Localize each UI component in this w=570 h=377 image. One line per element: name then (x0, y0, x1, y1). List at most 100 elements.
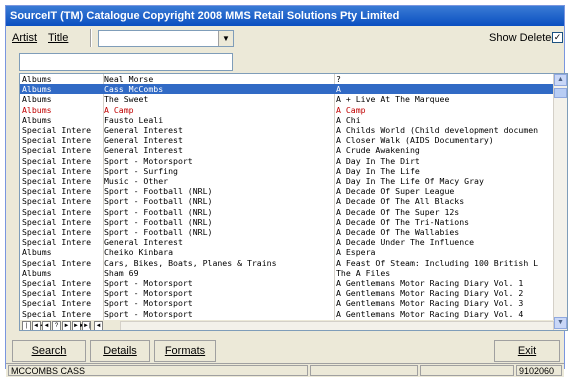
category-cell: Special Intere (22, 165, 92, 176)
artist-cell: Sport - Football (NRL) (104, 206, 213, 217)
formats-button[interactable]: Formats (154, 340, 216, 362)
title-cell: A Closer Walk (AIDS Documentary) (336, 135, 494, 146)
artist-cell: Cars, Bikes, Boats, Planes & Trains (104, 257, 277, 268)
details-button-label: Details (103, 345, 137, 357)
search-button[interactable]: Search (12, 340, 86, 362)
exit-button[interactable]: Exit (494, 340, 560, 362)
artist-cell: Sham 69 (104, 267, 139, 278)
scroll-thumb[interactable] (554, 88, 567, 98)
scroll-down-icon[interactable]: ▼ (554, 317, 567, 329)
table-row[interactable]: Albums The Sweet A + Live At The Marquee (20, 94, 554, 104)
table-row[interactable]: Special Intere Music - Other A Day In The … (20, 176, 554, 186)
scroll-left-icon[interactable]: ◄ (94, 321, 103, 330)
title-cell: A Day In The Life (336, 165, 420, 176)
record-navigator: |◄ ◄◄ ◄ ? ► ►► ►| ◄ (20, 320, 554, 330)
artist-cell: General Interest (104, 145, 183, 156)
table-row[interactable]: Special Intere Sport - Football (NRL) A De… (20, 196, 554, 206)
artist-cell: Cheiko Kinbara (104, 247, 174, 258)
table-row[interactable]: Special Intere General Interest A Closer W… (20, 135, 554, 145)
horizontal-scrollbar[interactable] (120, 321, 554, 330)
table-row[interactable]: Special Intere Sport - Motorsport A Day In… (20, 156, 554, 166)
title-cell: The A Files (336, 267, 391, 278)
table-row[interactable]: Special Intere Sport - Football (NRL) A De… (20, 217, 554, 227)
title-cell: A Feast Of Steam: Including 100 British … (336, 257, 539, 268)
table-row[interactable]: Albums Cass McCombs A (20, 84, 554, 95)
show-deleted-label: Show Deleted (489, 32, 558, 44)
artist-cell: The Sweet (104, 94, 149, 105)
table-row[interactable]: Special Intere Sport - Motorsport A Gentle… (20, 278, 554, 288)
window-title: SourceIT (TM) Catalogue Copyright 2008 M… (6, 6, 564, 26)
title-tab-label: Title (48, 32, 69, 44)
category-cell: Special Intere (22, 308, 92, 319)
category-cell: Special Intere (22, 176, 92, 186)
filter-combo[interactable]: ▼ (98, 30, 234, 47)
table-row[interactable]: Special Intere Cars, Bikes, Boats, Planes… (20, 258, 554, 268)
title-cell: A Gentlemans Motor Racing Diary Vol. 2 (336, 288, 524, 299)
next-page-icon[interactable]: ►► (72, 321, 85, 330)
catalogue-grid: Albums Neal Morse? Albums Cass McCombs A Albu… (19, 73, 568, 331)
table-row[interactable]: Special Intere General Interest A Crude Aw… (20, 145, 554, 155)
category-cell: Special Intere (22, 227, 92, 237)
table-row[interactable]: Special Intere Sport - Motorsport A Gentle… (20, 288, 554, 298)
vertical-scrollbar[interactable]: ▲ ▼ (553, 74, 567, 330)
artist-cell: Sport - Motorsport (104, 155, 193, 166)
artist-cell: General Interest (104, 135, 183, 146)
button-bar: Search Details Formats Exit (6, 340, 564, 362)
table-row[interactable]: Albums Neal Morse? (20, 74, 554, 84)
title-tab[interactable]: Title (48, 32, 68, 44)
category-cell: Albums (22, 267, 52, 278)
title-cell: A Camp (336, 104, 366, 115)
title-cell: A Gentlemans Motor Racing Diary Vol. 4 (336, 308, 524, 319)
category-cell: Special Intere (22, 216, 92, 227)
title-cell: A Gentlemans Motor Racing Diary Vol. 3 (336, 298, 524, 309)
search-input[interactable] (19, 53, 233, 71)
details-button[interactable]: Details (90, 340, 150, 362)
category-cell: Special Intere (22, 206, 92, 217)
title-cell: A Childs World (Child development docume… (336, 125, 539, 135)
artist-cell: Fausto Leali (104, 114, 164, 125)
category-cell: Albums (22, 74, 52, 84)
category-cell: Albums (22, 114, 52, 125)
status-record-id: 9102060 (516, 365, 562, 376)
table-row[interactable]: Special Intere Sport - Football (NRL) A De… (20, 227, 554, 237)
next-record-icon[interactable]: ► (62, 321, 71, 330)
artist-cell: Sport - Motorsport (104, 278, 193, 288)
title-cell: A (336, 84, 341, 95)
table-row[interactable]: Special Intere Sport - Motorsport A Gentle… (20, 309, 554, 319)
artist-cell: General Interest (104, 237, 183, 248)
table-row[interactable]: Special Intere Sport - Motorsport A Gentle… (20, 298, 554, 308)
table-row[interactable]: Albums Cheiko Kinbara A Espera (20, 247, 554, 257)
artist-tab[interactable]: Artist (12, 32, 37, 44)
status-panel (420, 365, 514, 376)
title-cell: A Espera (336, 247, 376, 258)
scroll-up-icon[interactable]: ▲ (554, 74, 567, 86)
last-record-icon[interactable]: ►| (82, 321, 91, 330)
artist-cell: Sport - Motorsport (104, 298, 193, 309)
table-row[interactable]: Albums Sham 69 The A Files (20, 268, 554, 278)
title-cell: A Decade Under The Influence (336, 237, 475, 248)
category-cell: Special Intere (22, 257, 92, 268)
status-bar: MCCOMBS CASS 9102060 (6, 363, 564, 377)
first-record-icon[interactable]: |◄ (22, 321, 31, 330)
category-cell: Special Intere (22, 196, 92, 207)
prev-record-icon[interactable]: ◄ (42, 321, 51, 330)
search-button-label: Search (31, 345, 67, 357)
table-row[interactable]: Special Intere General Interest A Childs W… (20, 125, 554, 135)
category-cell: Special Intere (22, 278, 92, 288)
artist-cell: Sport - Motorsport (104, 308, 193, 319)
status-panel (310, 365, 418, 376)
table-row[interactable]: Special Intere Sport - Football (NRL) A De… (20, 186, 554, 196)
table-row[interactable]: Albums A Camp A Camp (20, 105, 554, 115)
artist-cell: Sport - Football (NRL) (104, 227, 213, 237)
category-cell: Special Intere (22, 135, 92, 146)
main-window: SourceIT (TM) Catalogue Copyright 2008 M… (5, 5, 568, 377)
table-row[interactable]: Special Intere Sport - Surfing A Day In Th… (20, 166, 554, 176)
show-deleted-checkbox[interactable]: ✓ (552, 32, 563, 43)
help-icon[interactable]: ? (52, 321, 61, 330)
formats-button-label: Formats (164, 345, 206, 357)
prev-page-icon[interactable]: ◄◄ (32, 321, 45, 330)
table-row[interactable]: Albums Fausto Leali A Chi (20, 115, 554, 125)
table-row[interactable]: Special Intere Sport - Football (NRL) A De… (20, 207, 554, 217)
table-row[interactable]: Special Intere General Interest A Decade U… (20, 237, 554, 247)
chevron-down-icon[interactable]: ▼ (218, 31, 233, 46)
